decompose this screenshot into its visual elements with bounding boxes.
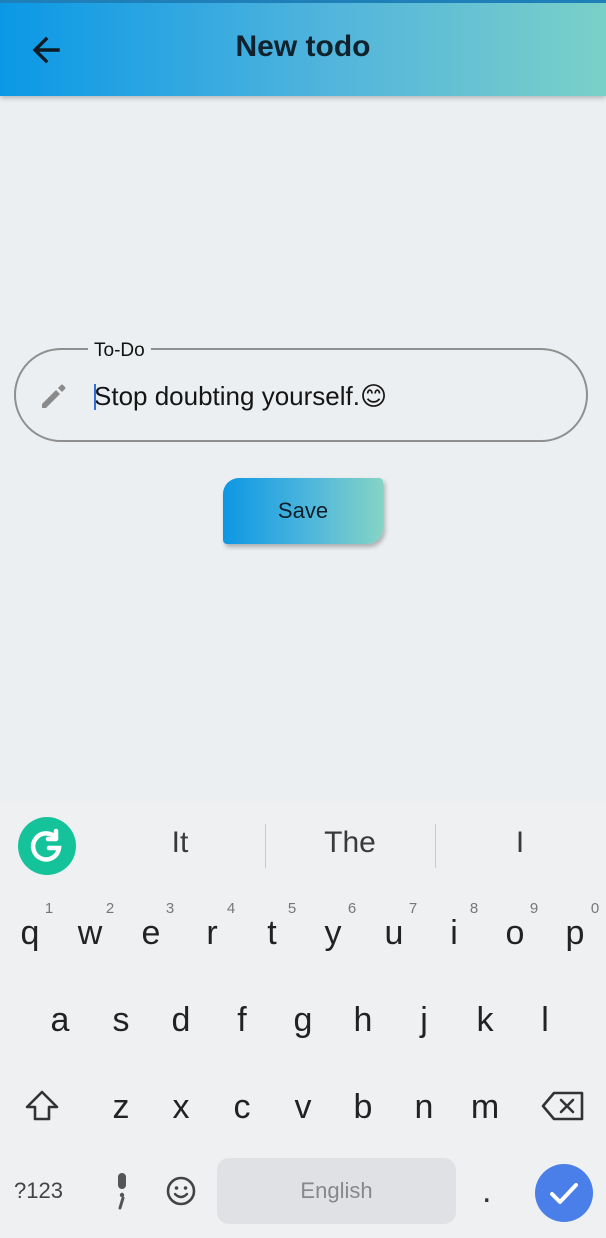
key-d[interactable]: d xyxy=(153,1001,209,1040)
key-k[interactable]: k xyxy=(457,1001,513,1040)
key-n[interactable]: n xyxy=(396,1088,452,1127)
key-g[interactable]: g xyxy=(275,1001,331,1040)
key-j[interactable]: j xyxy=(396,1001,452,1040)
key-o[interactable]: o xyxy=(487,914,543,953)
period-key[interactable]: . xyxy=(482,1172,491,1211)
key-h[interactable]: h xyxy=(335,1001,391,1040)
space-bar[interactable]: English xyxy=(217,1158,456,1224)
key-r[interactable]: r xyxy=(184,914,240,953)
key-b[interactable]: b xyxy=(335,1088,391,1127)
key-y[interactable]: y xyxy=(305,914,361,953)
key-u[interactable]: u xyxy=(366,914,422,953)
save-button[interactable]: Save xyxy=(223,478,383,544)
key-v[interactable]: v xyxy=(275,1088,331,1127)
checkmark-icon xyxy=(550,1183,578,1204)
backspace-key[interactable] xyxy=(540,1089,586,1128)
key-p[interactable]: p xyxy=(547,914,603,953)
key-f[interactable]: f xyxy=(214,1001,270,1040)
grammarly-icon[interactable] xyxy=(18,817,76,875)
voice-input-key[interactable] xyxy=(108,1170,136,1219)
shift-key[interactable] xyxy=(22,1088,62,1129)
app-bar: New todo xyxy=(0,0,606,96)
enter-key[interactable] xyxy=(535,1164,593,1222)
key-q[interactable]: q xyxy=(2,914,58,953)
key-w[interactable]: w xyxy=(62,914,118,953)
microphone-icon xyxy=(118,1173,126,1210)
page-title: New todo xyxy=(235,30,371,63)
emoji-key[interactable] xyxy=(165,1175,197,1212)
status-line xyxy=(0,0,606,3)
todo-input-value[interactable]: Stop doubting yourself.😊 xyxy=(94,381,387,412)
suggestion-1[interactable]: It xyxy=(95,826,265,860)
emoji-icon xyxy=(166,1176,196,1206)
todo-field-label: To-Do xyxy=(88,340,151,362)
key-e[interactable]: e xyxy=(123,914,179,953)
shift-icon xyxy=(25,1090,59,1121)
suggestion-3[interactable]: I xyxy=(435,826,605,860)
key-x[interactable]: x xyxy=(153,1088,209,1127)
key-i[interactable]: i xyxy=(426,914,482,953)
key-m[interactable]: m xyxy=(457,1088,513,1127)
key-a[interactable]: a xyxy=(32,1001,88,1040)
suggestion-2[interactable]: The xyxy=(265,826,435,860)
key-l[interactable]: l xyxy=(517,1001,573,1040)
grammarly-g-icon xyxy=(30,828,62,862)
key-s[interactable]: s xyxy=(93,1001,149,1040)
key-t[interactable]: t xyxy=(244,914,300,953)
pencil-icon xyxy=(42,384,66,408)
backspace-icon xyxy=(541,1091,584,1121)
key-c[interactable]: c xyxy=(214,1088,270,1127)
symbols-key[interactable]: ?123 xyxy=(14,1178,63,1204)
text-caret xyxy=(94,384,96,410)
key-z[interactable]: z xyxy=(93,1088,149,1127)
